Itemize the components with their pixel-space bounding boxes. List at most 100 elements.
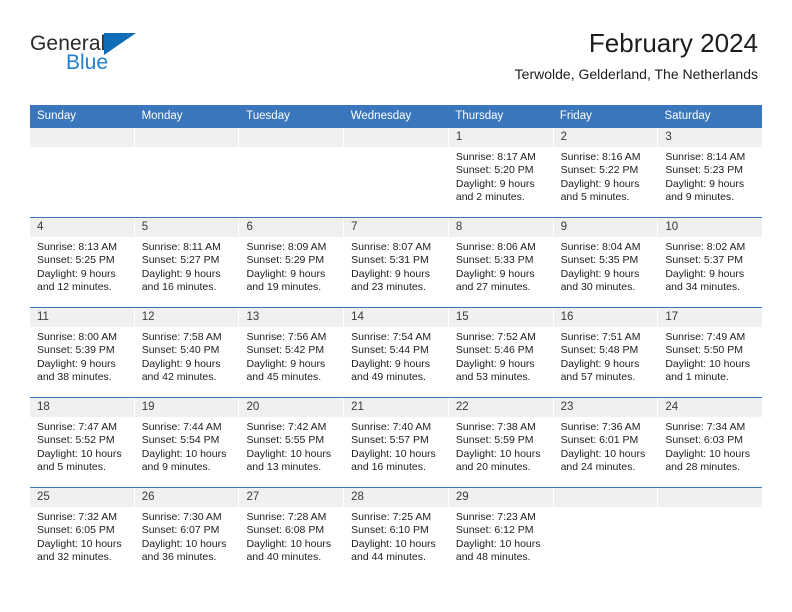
calendar-week-row: 1 Sunrise: 8:17 AM Sunset: 5:20 PM Daylight… [30,128,763,217]
calendar-grid: Sunday Monday Tuesday Wednesday Thursday Frid… [30,105,763,577]
day-info-line: Sunset: 5:29 PM [246,254,325,267]
weekday-header-row: Sunday Monday Tuesday Wednesday Thursday Frid… [30,105,762,128]
day-info-line: Daylight: 10 hours [455,537,541,550]
calendar-day-cell[interactable]: 18 Sunrise: 7:47 AM Sunset: 5:52 PM Dayligh… [30,398,135,487]
calendar-day-cell[interactable]: 17 Sunrise: 7:49 AM Sunset: 5:50 PM Dayligh… [658,308,763,397]
calendar-day-cell[interactable]: 23 Sunrise: 7:36 AM Sunset: 6:01 PM Dayligh… [553,398,659,487]
calendar-day-cell[interactable]: 11 Sunrise: 8:00 AM Sunset: 5:39 PM Dayligh… [30,308,135,397]
calendar-page: General Blue February 2024 Terwolde, Gel… [0,0,792,612]
day-info-line: Daylight: 10 hours [455,447,541,460]
title-block: February 2024 Terwolde, Gelderland, The … [515,28,758,83]
day-info-line: and 53 minutes. [455,371,531,384]
calendar-day-cell[interactable]: 10 Sunrise: 8:02 AM Sunset: 5:37 PM Dayligh… [658,218,763,307]
day-number: 19 [134,398,239,417]
day-sun-info: Sunrise: 8:04 AM Sunset: 5:35 PM Daylight:… [554,237,658,295]
calendar-weeks: 1 Sunrise: 8:17 AM Sunset: 5:20 PM Daylight… [30,128,763,577]
day-sun-info: Sunrise: 7:34 AM Sunset: 6:03 PM Daylight:… [658,417,762,475]
calendar-day-cell[interactable]: 3 Sunrise: 8:14 AM Sunset: 5:23 PM Daylight… [658,128,763,217]
page-header: General Blue February 2024 Terwolde, Gel… [30,28,758,98]
calendar-day-cell[interactable]: 9 Sunrise: 8:04 AM Sunset: 5:35 PM Daylight… [553,218,659,307]
page-subtitle: Terwolde, Gelderland, The Netherlands [514,66,758,82]
calendar-day-cell[interactable]: 29 Sunrise: 7:23 AM Sunset: 6:12 PM Dayligh… [448,488,554,577]
calendar-day-cell-empty [553,488,659,577]
day-info-line: Daylight: 9 hours [37,267,116,280]
calendar-day-cell[interactable]: 20 Sunrise: 7:42 AM Sunset: 5:55 PM Dayligh… [239,398,345,487]
day-sun-info: Sunrise: 7:28 AM Sunset: 6:08 PM Daylight:… [239,507,343,565]
day-info-line: Sunrise: 7:40 AM [351,421,432,433]
day-info-line: Sunset: 6:03 PM [665,434,743,447]
day-number [553,488,658,507]
day-info-line: Sunrise: 7:58 AM [141,331,222,343]
day-info-line: Daylight: 10 hours [37,447,122,460]
day-sun-info: Sunrise: 8:06 AM Sunset: 5:33 PM Daylight:… [449,237,553,295]
day-info-line: Daylight: 9 hours [351,267,430,280]
day-info-line: and 24 minutes. [560,461,636,474]
day-info-line: Sunrise: 8:07 AM [351,241,432,253]
day-info-line: and 38 minutes. [37,371,112,384]
day-info-line: Daylight: 9 hours [141,357,221,370]
calendar-day-cell[interactable]: 21 Sunrise: 7:40 AM Sunset: 5:57 PM Dayligh… [344,398,449,487]
day-info-line: Sunrise: 7:44 AM [141,421,222,433]
calendar-day-cell[interactable]: 2 Sunrise: 8:16 AM Sunset: 5:22 PM Daylight… [553,128,659,217]
day-sun-info: Sunrise: 8:13 AM Sunset: 5:25 PM Daylight:… [30,237,134,295]
day-number: 27 [239,488,344,507]
calendar-day-cell[interactable]: 1 Sunrise: 8:17 AM Sunset: 5:20 PM Daylight… [448,128,554,217]
day-number: 8 [448,218,553,237]
calendar-day-cell[interactable]: 26 Sunrise: 7:30 AM Sunset: 6:07 PM Dayligh… [134,488,240,577]
day-sun-info: Sunrise: 7:23 AM Sunset: 6:12 PM Daylight:… [449,507,553,565]
day-info-line: and 16 minutes. [351,461,426,474]
day-sun-info: Sunrise: 8:07 AM Sunset: 5:31 PM Daylight:… [344,237,448,295]
day-info-line: Daylight: 9 hours [455,357,535,370]
day-info-line: and 45 minutes. [246,371,322,384]
day-info-line: Daylight: 10 hours [246,537,332,550]
calendar-day-cell[interactable]: 7 Sunrise: 8:07 AM Sunset: 5:31 PM Daylight… [344,218,449,307]
day-number: 24 [658,398,763,417]
day-info-line: Sunset: 5:55 PM [246,434,325,447]
day-info-line: Sunset: 5:54 PM [141,434,220,447]
day-info-line: Sunset: 5:31 PM [351,254,429,267]
calendar-day-cell[interactable]: 24 Sunrise: 7:34 AM Sunset: 6:03 PM Dayligh… [658,398,763,487]
day-info-line: Sunrise: 7:49 AM [665,331,746,343]
day-info-line: Sunset: 5:42 PM [246,344,325,357]
calendar-day-cell[interactable]: 4 Sunrise: 8:13 AM Sunset: 5:25 PM Daylight… [30,218,135,307]
calendar-day-cell[interactable]: 5 Sunrise: 8:11 AM Sunset: 5:27 PM Daylight… [134,218,240,307]
day-sun-info: Sunrise: 7:54 AM Sunset: 5:44 PM Daylight:… [344,327,448,385]
calendar-day-cell[interactable]: 25 Sunrise: 7:32 AM Sunset: 6:05 PM Dayligh… [30,488,135,577]
calendar-day-cell[interactable]: 28 Sunrise: 7:25 AM Sunset: 6:10 PM Dayligh… [344,488,449,577]
calendar-day-cell[interactable]: 8 Sunrise: 8:06 AM Sunset: 5:33 PM Daylight… [448,218,554,307]
day-info-line: Sunrise: 8:11 AM [141,241,221,253]
calendar-day-cell[interactable]: 13 Sunrise: 7:56 AM Sunset: 5:42 PM Dayligh… [239,308,345,397]
day-info-line: Sunrise: 7:28 AM [246,511,327,523]
calendar-day-cell[interactable]: 19 Sunrise: 7:44 AM Sunset: 5:54 PM Dayligh… [134,398,240,487]
weekday-header-friday: Friday [559,110,592,122]
day-number: 18 [30,398,134,417]
day-number: 9 [553,218,658,237]
day-sun-info: Sunrise: 7:42 AM Sunset: 5:55 PM Daylight:… [239,417,343,475]
day-info-line: and 49 minutes. [351,371,426,384]
calendar-day-cell[interactable]: 6 Sunrise: 8:09 AM Sunset: 5:29 PM Daylight… [239,218,345,307]
day-info-line: Sunset: 5:39 PM [37,344,115,357]
day-info-line: Daylight: 9 hours [351,357,430,370]
day-number: 29 [448,488,553,507]
calendar-day-cell[interactable]: 12 Sunrise: 7:58 AM Sunset: 5:40 PM Dayligh… [134,308,240,397]
day-sun-info: Sunrise: 7:32 AM Sunset: 6:05 PM Daylight:… [30,507,134,565]
calendar-day-cell[interactable]: 22 Sunrise: 7:38 AM Sunset: 5:59 PM Dayligh… [448,398,554,487]
day-info-line: Daylight: 9 hours [455,267,535,280]
day-info-line: Sunrise: 8:14 AM [665,151,746,163]
day-info-line: and 30 minutes. [560,281,636,294]
day-info-line: Sunset: 5:46 PM [455,344,534,357]
calendar-week-row: 18 Sunrise: 7:47 AM Sunset: 5:52 PM Dayligh… [30,397,763,487]
calendar-day-cell[interactable]: 16 Sunrise: 7:51 AM Sunset: 5:48 PM Dayligh… [553,308,659,397]
day-sun-info: Sunrise: 7:30 AM Sunset: 6:07 PM Daylight:… [135,507,239,565]
day-info-line: Sunset: 6:05 PM [37,524,115,537]
day-sun-info: Sunrise: 8:02 AM Sunset: 5:37 PM Daylight:… [658,237,762,295]
day-info-line: Sunset: 5:48 PM [560,344,639,357]
day-info-line: Daylight: 10 hours [351,537,436,550]
day-number [344,128,448,147]
calendar-day-cell-empty [239,128,345,217]
calendar-day-cell[interactable]: 27 Sunrise: 7:28 AM Sunset: 6:08 PM Dayligh… [239,488,345,577]
day-info-line: and 44 minutes. [351,551,426,564]
calendar-day-cell[interactable]: 15 Sunrise: 7:52 AM Sunset: 5:46 PM Dayligh… [448,308,554,397]
day-info-line: Daylight: 9 hours [665,267,745,280]
calendar-day-cell[interactable]: 14 Sunrise: 7:54 AM Sunset: 5:44 PM Dayligh… [344,308,449,397]
